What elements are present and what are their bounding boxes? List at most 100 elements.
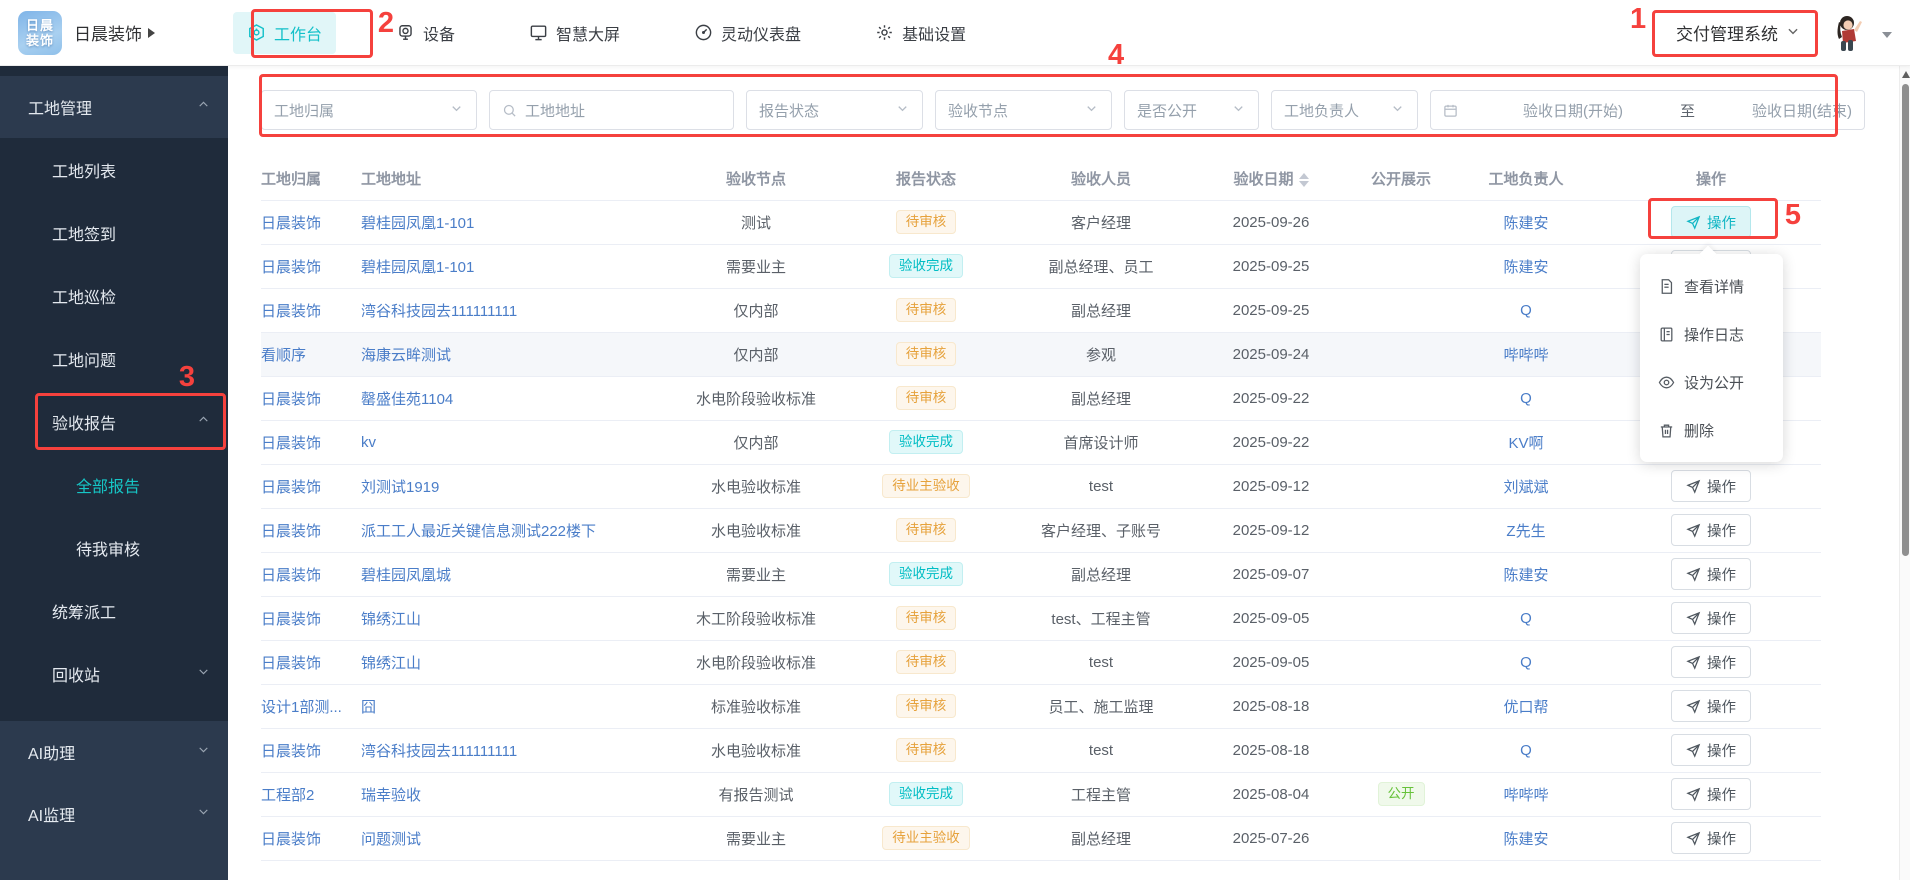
filter-site-address-input[interactable]: 工地地址 — [489, 90, 734, 130]
nav-item-workbench[interactable]: 工作台 — [233, 11, 337, 54]
cell-site-address: 碧桂园凤凰城 — [361, 552, 671, 597]
vertical-scrollbar[interactable] — [1899, 66, 1910, 880]
row-action-button[interactable]: 操作 — [1671, 514, 1751, 546]
sidebar-item-ai-supervision[interactable]: AI监理 — [0, 783, 228, 845]
site-address-link[interactable]: 囧 — [361, 699, 376, 716]
site-address-link[interactable]: 碧桂园凤凰1-101 — [361, 259, 474, 276]
sidebar-item-site-issues[interactable]: 工地问题 — [0, 327, 228, 390]
filter-site-manager-select[interactable]: 工地负责人 — [1271, 90, 1418, 130]
nav-item-big-screen[interactable]: 智慧大屏 — [515, 12, 634, 54]
site-manager-link[interactable]: 陈建安 — [1503, 215, 1548, 232]
chevron-up-icon — [197, 413, 210, 431]
site-manager-link[interactable]: 陈建安 — [1503, 259, 1548, 276]
site-address-link[interactable]: kv — [361, 434, 376, 451]
filter-is-public-select[interactable]: 是否公开 — [1124, 90, 1259, 130]
scrollbar-thumb[interactable] — [1901, 84, 1909, 556]
row-action-button[interactable]: 操作 — [1671, 778, 1751, 810]
site-address-link[interactable]: 刘测试1919 — [361, 479, 439, 496]
menu-item-set-public[interactable]: 设为公开 — [1640, 358, 1783, 406]
site-manager-link[interactable]: Q — [1520, 654, 1532, 671]
filter-site-owner-select[interactable]: 工地归属 — [261, 90, 477, 130]
menu-item-view-detail[interactable]: 查看详情 — [1640, 262, 1783, 310]
sidebar-item-all-reports[interactable]: 全部报告 — [0, 453, 228, 516]
sort-caret-icon[interactable] — [1298, 173, 1309, 188]
row-action-button[interactable]: 操作 — [1671, 690, 1751, 722]
site-owner-link[interactable]: 日晨装饰 — [261, 611, 321, 628]
filter-date-range-picker[interactable]: 验收日期(开始) 至 验收日期(结束) — [1430, 90, 1865, 130]
sidebar-item-ai-assistant[interactable]: AI助理 — [0, 721, 228, 783]
site-manager-link[interactable]: KV啊 — [1508, 435, 1543, 452]
filter-report-status-select[interactable]: 报告状态 — [746, 90, 923, 130]
site-owner-link[interactable]: 日晨装饰 — [261, 655, 321, 672]
row-action-button[interactable]: 操作 — [1671, 206, 1751, 238]
scrollbar-up-arrow-icon[interactable] — [1901, 71, 1910, 78]
system-switcher[interactable]: 交付管理系统 — [1666, 12, 1810, 53]
site-manager-link[interactable]: 哔哔哔 — [1503, 347, 1548, 364]
row-action-button[interactable]: 操作 — [1671, 470, 1751, 502]
menu-item-operation-log[interactable]: 操作日志 — [1640, 310, 1783, 358]
site-owner-link[interactable]: 日晨装饰 — [261, 567, 321, 584]
sidebar-item-site-list[interactable]: 工地列表 — [0, 138, 228, 201]
site-address-link[interactable]: 湾谷科技园去111111111 — [361, 743, 517, 760]
site-address-link[interactable]: 碧桂园凤凰1-101 — [361, 215, 474, 232]
row-action-button[interactable]: 操作 — [1671, 558, 1751, 590]
sidebar-item-site-checkin[interactable]: 工地签到 — [0, 201, 228, 264]
nav-item-device[interactable]: 设备 — [382, 12, 469, 54]
site-address-link[interactable]: 锦绣江山 — [361, 655, 421, 672]
user-avatar[interactable] — [1824, 11, 1868, 55]
sidebar-item-site-management[interactable]: 工地管理 — [0, 76, 228, 138]
site-address-link[interactable]: 锦绣江山 — [361, 611, 421, 628]
site-manager-link[interactable]: Q — [1520, 610, 1532, 627]
cell-report-status: 待审核 — [841, 640, 1011, 685]
menu-item-delete[interactable]: 删除 — [1640, 406, 1783, 454]
column-header-5[interactable]: 验收日期 — [1191, 158, 1351, 201]
site-address-link[interactable]: 罄盛佳苑1104 — [361, 391, 453, 408]
site-owner-link[interactable]: 看顺序 — [261, 347, 306, 364]
site-owner-link[interactable]: 日晨装饰 — [261, 303, 321, 320]
site-address-link[interactable]: 瑞幸验收 — [361, 787, 421, 804]
site-owner-link[interactable]: 日晨装饰 — [261, 215, 321, 232]
sidebar-item-site-inspection[interactable]: 工地巡检 — [0, 264, 228, 327]
site-owner-link[interactable]: 日晨装饰 — [261, 523, 321, 540]
site-manager-link[interactable]: 优口帮 — [1503, 699, 1548, 716]
sidebar-item-recycle-bin[interactable]: 回收站 — [0, 642, 228, 705]
sidebar-item-dispatch[interactable]: 统筹派工 — [0, 579, 228, 642]
eye-icon — [1658, 374, 1675, 391]
site-owner-link[interactable]: 工程部2 — [261, 787, 314, 804]
site-manager-link[interactable]: 哔哔哔 — [1503, 787, 1548, 804]
site-manager-link[interactable]: Q — [1520, 390, 1532, 407]
send-icon — [1686, 787, 1701, 802]
site-owner-link[interactable]: 设计1部测... — [261, 699, 342, 716]
site-manager-link[interactable]: 陈建安 — [1503, 567, 1548, 584]
site-address-link[interactable]: 问题测试 — [361, 831, 421, 848]
cell-actions: 操作 — [1601, 772, 1821, 817]
row-action-button[interactable]: 操作 — [1671, 734, 1751, 766]
site-address-link[interactable]: 海康云眸测试 — [361, 347, 451, 364]
site-owner-link[interactable]: 日晨装饰 — [261, 479, 321, 496]
site-manager-link[interactable]: 刘斌斌 — [1503, 479, 1548, 496]
company-switcher[interactable]: 日晨装饰 — [74, 20, 155, 45]
sidebar-item-acceptance-report[interactable]: 验收报告 — [0, 390, 228, 453]
site-manager-link[interactable]: Q — [1520, 742, 1532, 759]
site-address-link[interactable]: 碧桂园凤凰城 — [361, 567, 451, 584]
filter-acceptance-node-select[interactable]: 验收节点 — [935, 90, 1112, 130]
nav-item-settings[interactable]: 基础设置 — [861, 12, 980, 54]
sidebar-item-pending-my-review[interactable]: 待我审核 — [0, 516, 228, 579]
row-action-button[interactable]: 操作 — [1671, 646, 1751, 678]
site-address-link[interactable]: 派工工人最近关键信息测试222楼下 — [361, 523, 596, 540]
site-owner-link[interactable]: 日晨装饰 — [261, 743, 321, 760]
row-action-button[interactable]: 操作 — [1671, 602, 1751, 634]
site-owner-link[interactable]: 日晨装饰 — [261, 435, 321, 452]
row-action-button[interactable]: 操作 — [1671, 822, 1751, 854]
site-owner-link[interactable]: 日晨装饰 — [261, 391, 321, 408]
site-owner-link[interactable]: 日晨装饰 — [261, 831, 321, 848]
site-manager-link[interactable]: Q — [1520, 302, 1532, 319]
nav-item-dashboard[interactable]: 灵动仪表盘 — [680, 12, 815, 54]
column-header-label: 工地负责人 — [1488, 171, 1564, 189]
site-manager-link[interactable]: 陈建安 — [1503, 831, 1548, 848]
site-address-link[interactable]: 湾谷科技园去111111111 — [361, 303, 517, 320]
site-owner-link[interactable]: 日晨装饰 — [261, 259, 321, 276]
site-manager-link[interactable]: Z先生 — [1506, 523, 1545, 540]
user-menu-caret-icon[interactable] — [1882, 31, 1892, 38]
reports-table: 工地归属 工地地址 验收节点 报告状态 验收人员 验收日期 公开展示 工地负责人 操作 日晨装饰… — [261, 158, 1821, 861]
